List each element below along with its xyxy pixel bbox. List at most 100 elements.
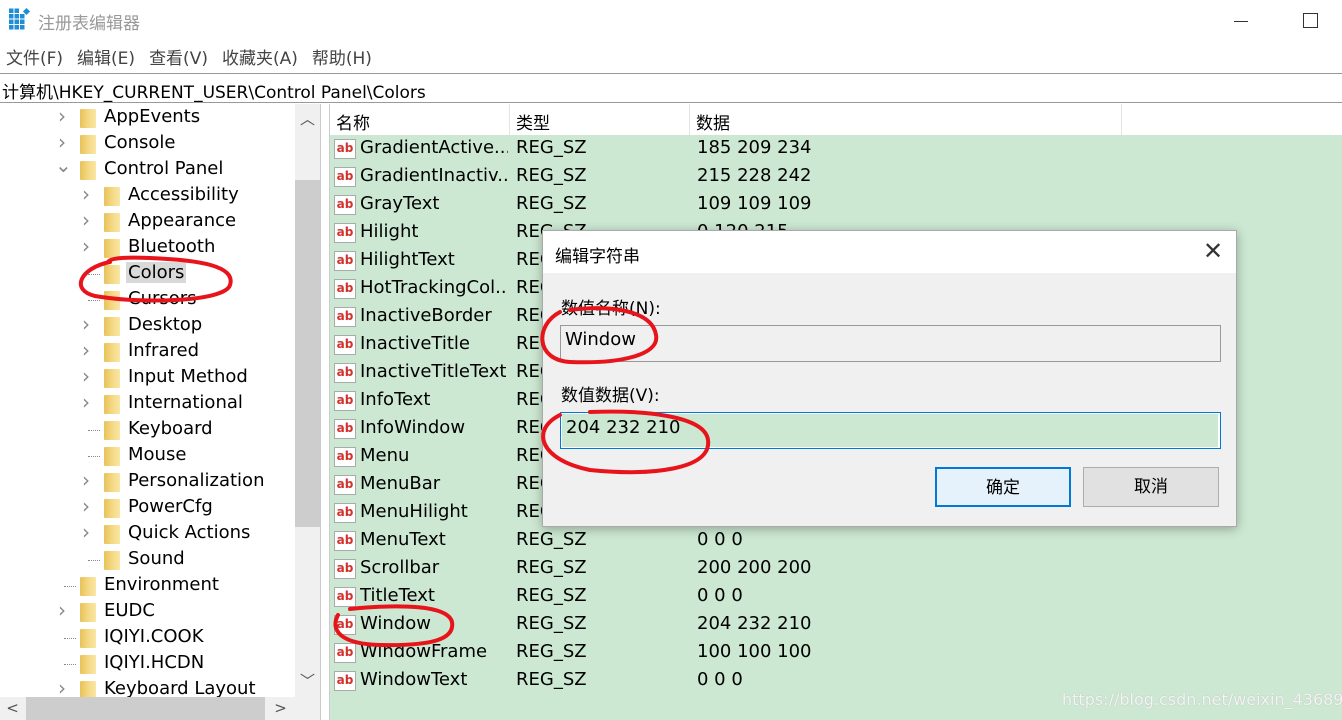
tree-item[interactable]: › Input Method xyxy=(0,364,295,391)
string-value-icon: ab xyxy=(334,307,356,327)
column-data[interactable]: 数据 xyxy=(696,109,730,135)
chevron-right-icon[interactable]: › xyxy=(79,312,93,336)
value-name-field[interactable]: Window xyxy=(560,325,1221,362)
address-bar[interactable]: 计算机\HKEY_CURRENT_USER\Control Panel\Colo… xyxy=(0,73,1342,103)
list-row[interactable]: ab GradientActive... REG_SZ 185 209 234 xyxy=(330,135,1342,163)
folder-icon xyxy=(104,239,120,258)
menu-edit[interactable]: 编辑(E) xyxy=(77,44,135,72)
maximize-button[interactable] xyxy=(1296,8,1326,32)
chevron-right-icon[interactable]: › xyxy=(79,182,93,206)
chevron-right-icon[interactable]: › xyxy=(79,468,93,492)
tree-item[interactable]: › Infrared xyxy=(0,338,295,365)
tree-item[interactable]: Cursors xyxy=(0,287,295,313)
value-name: Hilight xyxy=(360,221,419,242)
tree-item[interactable]: Colors xyxy=(0,261,295,287)
close-icon[interactable]: ✕ xyxy=(1198,237,1228,267)
tree-item[interactable]: › Accessibility xyxy=(0,182,295,209)
chevron-right-icon[interactable]: › xyxy=(79,364,93,388)
tree-item-label: Cursors xyxy=(128,288,197,309)
tree-item[interactable]: › Bluetooth xyxy=(0,234,295,261)
tree-item[interactable]: › Console xyxy=(0,130,295,157)
folder-icon xyxy=(104,317,120,336)
value-data: 0 0 0 xyxy=(697,585,743,606)
folder-icon xyxy=(80,655,96,674)
value-type: REG_SZ xyxy=(516,193,587,214)
value-name: TitleText xyxy=(360,585,435,606)
menu-view[interactable]: 查看(V) xyxy=(149,44,208,72)
tree-item[interactable]: Environment xyxy=(0,573,295,599)
tree-connector xyxy=(88,560,100,561)
chevron-right-icon[interactable]: › xyxy=(79,338,93,362)
column-name[interactable]: 名称 xyxy=(336,109,370,135)
value-data: 185 209 234 xyxy=(697,137,812,158)
list-row[interactable]: ab GrayText REG_SZ 109 109 109 xyxy=(330,191,1342,219)
list-row[interactable]: ab Scrollbar REG_SZ 200 200 200 xyxy=(330,555,1342,583)
value-data-field[interactable]: 204 232 210 xyxy=(560,412,1221,449)
tree-item[interactable]: IQIYI.HCDN xyxy=(0,651,295,677)
tree-item[interactable]: Sound xyxy=(0,547,295,573)
scroll-left-arrow-icon[interactable]: < xyxy=(0,699,25,717)
list-row[interactable]: ab Window REG_SZ 204 232 210 xyxy=(330,611,1342,639)
tree-item-label: IQIYI.HCDN xyxy=(104,652,205,673)
chevron-down-icon[interactable]: ⌄ xyxy=(55,153,72,177)
string-value-icon: ab xyxy=(334,671,356,691)
tree-item[interactable]: › PowerCfg xyxy=(0,494,295,521)
scroll-up-arrow-icon[interactable]: ︿ xyxy=(295,108,320,129)
chevron-right-icon[interactable]: › xyxy=(79,234,93,258)
cancel-button[interactable]: 取消 xyxy=(1083,467,1219,507)
tree-hscroll-thumb[interactable] xyxy=(26,697,265,720)
tree-scroll-thumb[interactable] xyxy=(295,180,320,527)
chevron-right-icon[interactable]: › xyxy=(55,104,69,128)
tree-item[interactable]: ⌄ Control Panel xyxy=(0,153,295,183)
scroll-right-arrow-icon[interactable]: > xyxy=(268,699,293,717)
ok-button[interactable]: 确定 xyxy=(935,467,1071,507)
menu-file[interactable]: 文件(F) xyxy=(6,44,63,72)
column-divider[interactable] xyxy=(1121,104,1122,135)
value-name: InfoWindow xyxy=(360,417,466,438)
tree-item-label: PowerCfg xyxy=(128,496,213,517)
scroll-down-arrow-icon[interactable]: ﹀ xyxy=(295,670,320,691)
value-name: MenuHilight xyxy=(360,501,468,522)
tree-connector xyxy=(64,586,76,587)
string-value-icon: ab xyxy=(334,531,356,551)
folder-icon xyxy=(80,629,96,648)
value-name: InfoText xyxy=(360,389,431,410)
tree-item[interactable]: › Personalization xyxy=(0,468,295,495)
tree-item[interactable]: › Appearance xyxy=(0,208,295,235)
tree-item[interactable]: IQIYI.COOK xyxy=(0,625,295,651)
list-row[interactable]: ab WindowFrame REG_SZ 100 100 100 xyxy=(330,639,1342,667)
tree-item[interactable]: › EUDC xyxy=(0,598,295,625)
string-value-icon: ab xyxy=(334,139,356,159)
menu-help[interactable]: 帮助(H) xyxy=(312,44,372,72)
string-value-icon: ab xyxy=(334,251,356,271)
value-type: REG_SZ xyxy=(516,137,587,158)
chevron-right-icon[interactable]: › xyxy=(79,208,93,232)
list-row[interactable]: ab TitleText REG_SZ 0 0 0 xyxy=(330,583,1342,611)
chevron-right-icon[interactable]: › xyxy=(55,598,69,622)
value-data: 215 228 242 xyxy=(697,165,812,186)
pane-splitter[interactable] xyxy=(320,104,330,720)
tree-item[interactable]: › Desktop xyxy=(0,312,295,339)
title-bar: 注册表编辑器 xyxy=(0,0,1342,40)
tree-item[interactable]: › AppEvents xyxy=(0,104,295,131)
list-row[interactable]: ab GradientInactiv... REG_SZ 215 228 242 xyxy=(330,163,1342,191)
value-data: 0 0 0 xyxy=(697,529,743,550)
column-divider[interactable] xyxy=(689,104,690,135)
minimize-button[interactable] xyxy=(1226,10,1256,32)
value-name: Menu xyxy=(360,445,410,466)
value-type: REG_SZ xyxy=(516,585,587,606)
chevron-right-icon[interactable]: › xyxy=(55,130,69,154)
tree-item[interactable]: › International xyxy=(0,390,295,417)
column-type[interactable]: 类型 xyxy=(516,109,550,135)
value-name: GradientActive... xyxy=(360,137,508,158)
chevron-right-icon[interactable]: › xyxy=(79,520,93,544)
tree-item[interactable]: › Quick Actions xyxy=(0,520,295,547)
chevron-right-icon[interactable]: › xyxy=(79,494,93,518)
tree-item[interactable]: Keyboard xyxy=(0,417,295,443)
tree-item[interactable]: Mouse xyxy=(0,443,295,469)
edit-string-dialog: 编辑字符串 ✕ 数值名称(N): Window 数值数据(V): 204 232… xyxy=(542,230,1237,527)
menu-favorites[interactable]: 收藏夹(A) xyxy=(222,44,298,72)
chevron-right-icon[interactable]: › xyxy=(79,390,93,414)
column-divider[interactable] xyxy=(509,104,510,135)
list-row[interactable]: ab MenuText REG_SZ 0 0 0 xyxy=(330,527,1342,555)
